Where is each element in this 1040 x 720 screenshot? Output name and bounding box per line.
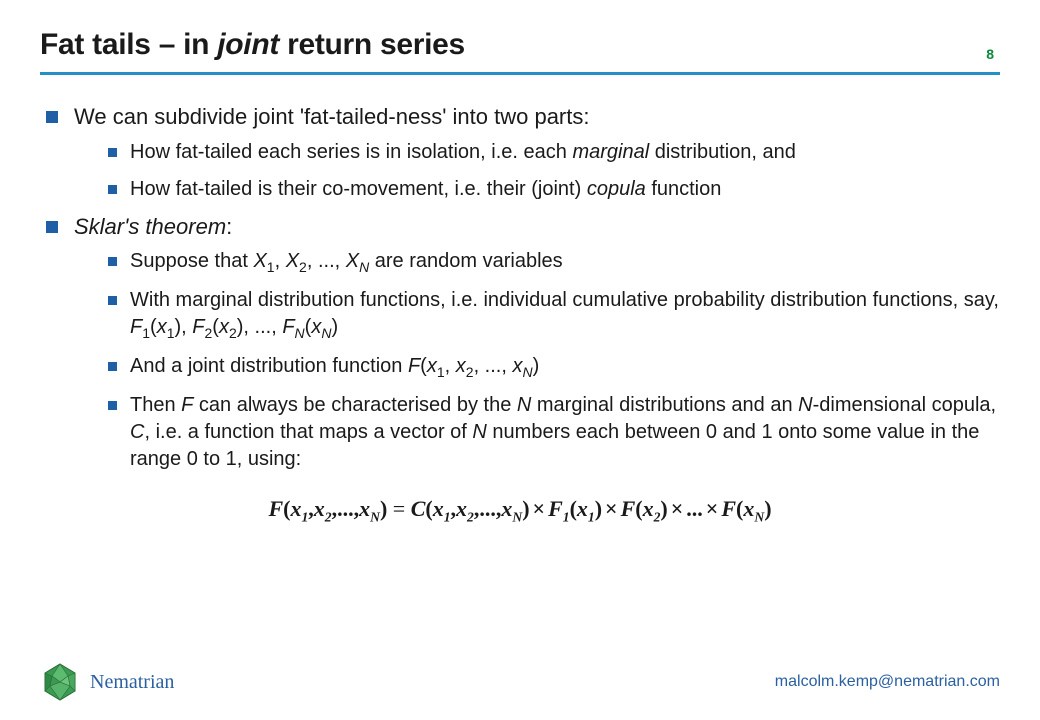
- title-underline: [40, 72, 1000, 75]
- bullet-1-sub-2: How fat-tailed is their co-movement, i.e…: [74, 176, 1000, 203]
- bullet-2-sub-2: With marginal distribution functions, i.…: [74, 287, 1000, 343]
- contact-email: malcolm.kemp@nematrian.com: [775, 673, 1000, 691]
- bullet-1-sub-1: How fat-tailed each series is in isolati…: [74, 139, 1000, 166]
- bullet-1: We can subdivide joint 'fat-tailed-ness'…: [40, 103, 1000, 203]
- bullet-2-sub-3: And a joint distribution function F(x1, …: [74, 353, 1000, 382]
- bullet-2-italic: Sklar's theorem: [74, 214, 226, 239]
- bullet-2-sub-1: Suppose that X1, X2, ..., XN are random …: [74, 248, 1000, 277]
- slide: Fat tails – in joint return series 8 We …: [0, 0, 1040, 720]
- content-body: We can subdivide joint 'fat-tailed-ness'…: [40, 103, 1000, 525]
- title-prefix: Fat tails – in: [40, 28, 217, 61]
- title-italic-word: joint: [217, 28, 279, 61]
- brand-name: Nematrian: [90, 671, 174, 694]
- nematrian-logo-icon: [40, 662, 80, 702]
- formula: F(x1,x2,...,xN) = C(x1,x2,...,xN)×F1(x1)…: [40, 495, 1000, 525]
- header-row: Fat tails – in joint return series 8: [40, 28, 1000, 68]
- brand: Nematrian: [40, 662, 174, 702]
- footer: Nematrian malcolm.kemp@nematrian.com: [40, 662, 1000, 702]
- bullet-2-sub-4: Then F can always be characterised by th…: [74, 392, 1000, 473]
- bullet-1-text: We can subdivide joint 'fat-tailed-ness'…: [74, 104, 589, 129]
- page-number: 8: [986, 46, 994, 62]
- bullet-2: Sklar's theorem: Suppose that X1, X2, ..…: [40, 213, 1000, 473]
- title-suffix: return series: [279, 28, 465, 61]
- slide-title: Fat tails – in joint return series: [40, 28, 465, 62]
